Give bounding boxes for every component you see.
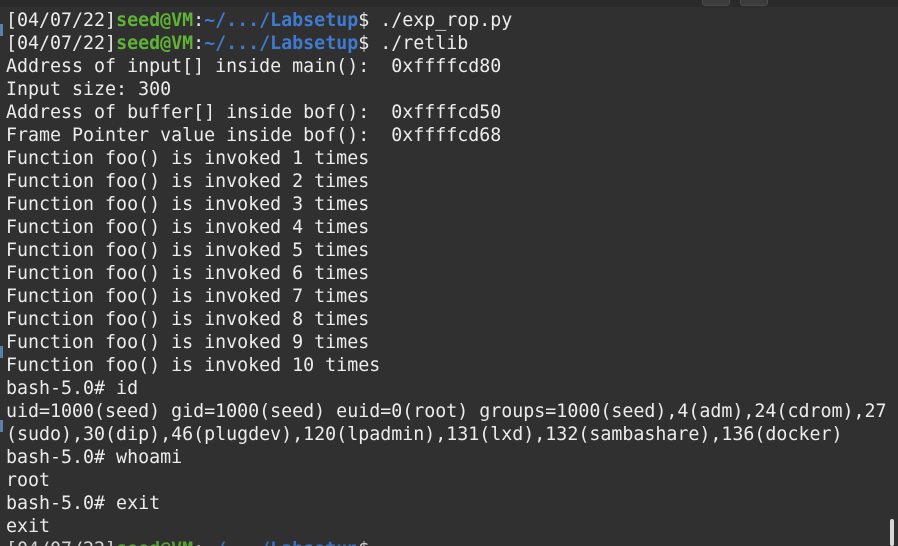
window-button[interactable] — [702, 0, 730, 6]
output-line: Function foo() is invoked 8 times — [6, 309, 370, 330]
output-line: Frame Pointer value inside bof(): 0xffff… — [6, 125, 502, 146]
prompt-separator: : — [193, 33, 205, 54]
output-line: Function foo() is invoked 2 times — [6, 171, 370, 192]
output-line: Function foo() is invoked 5 times — [6, 240, 370, 261]
output-line: bash-5.0# whoami — [6, 447, 183, 468]
prompt-user: seed@VM — [116, 539, 193, 546]
prompt-symbol: $ — [358, 10, 381, 31]
title-strip — [0, 0, 898, 7]
output-line: Function foo() is invoked 4 times — [6, 217, 370, 238]
prompt-symbol: $ — [358, 539, 380, 546]
prompt-date: [04/07/22] — [6, 33, 117, 54]
prompt-user: seed@VM — [116, 33, 194, 54]
output-line: Function foo() is invoked 10 times — [6, 355, 381, 376]
prompt-separator: : — [193, 539, 204, 546]
output-line: uid=1000(seed) gid=1000(seed) euid=0(roo… — [6, 401, 887, 422]
output-line: Function foo() is invoked 3 times — [6, 194, 370, 215]
prompt-user: seed@VM — [116, 10, 194, 31]
edge-mark — [0, 420, 3, 432]
output-line: Function foo() is invoked 1 times — [6, 148, 370, 169]
terminal-output[interactable]: [04/07/22]seed@VM:~/.../Labsetup$ ./exp_… — [6, 9, 898, 546]
edge-mark — [0, 346, 3, 358]
prompt-date: [04/07/22] — [6, 539, 116, 546]
prompt-separator: : — [193, 10, 205, 31]
prompt-line: [04/07/22]seed@VM:~/.../Labsetup$ ./retl… — [6, 32, 898, 55]
edge-mark — [0, 24, 3, 36]
prompt-symbol: $ — [358, 33, 381, 54]
window-button[interactable] — [740, 0, 768, 6]
terminal-window[interactable]: [04/07/22]seed@VM:~/.../Labsetup$ ./exp_… — [0, 0, 898, 546]
output-line: root — [6, 470, 51, 491]
output-line: bash-5.0# exit — [6, 493, 161, 514]
prompt-line: [04/07/22]seed@VM:~/.../Labsetup$ ./exp_… — [6, 9, 898, 32]
output-line: (sudo),30(dip),46(plugdev),120(lpadmin),… — [6, 424, 843, 445]
scrollbar-thumb[interactable] — [890, 519, 894, 546]
output-line: bash-5.0# id — [6, 378, 139, 399]
output-line: Function foo() is invoked 6 times — [6, 263, 370, 284]
prompt-line: [04/07/22]seed@VM:~/.../Labsetup$ — [6, 538, 898, 546]
prompt-command: ./exp_rop.py — [380, 10, 513, 31]
left-edge — [0, 0, 3, 546]
prompt-path: ~/.../Labsetup — [204, 10, 359, 31]
prompt-command: ./retlib — [380, 33, 469, 54]
output-line: Function foo() is invoked 9 times — [6, 332, 370, 353]
output-line: Address of buffer[] inside bof(): 0xffff… — [6, 102, 502, 123]
output-line: Input size: 300 — [6, 79, 172, 100]
prompt-path: ~/.../Labsetup — [204, 539, 358, 546]
output-line: Address of input[] inside main(): 0xffff… — [6, 56, 502, 77]
prompt-path: ~/.../Labsetup — [204, 33, 359, 54]
prompt-date: [04/07/22] — [6, 10, 117, 31]
output-line: Function foo() is invoked 7 times — [6, 286, 370, 307]
output-line: exit — [6, 516, 51, 537]
